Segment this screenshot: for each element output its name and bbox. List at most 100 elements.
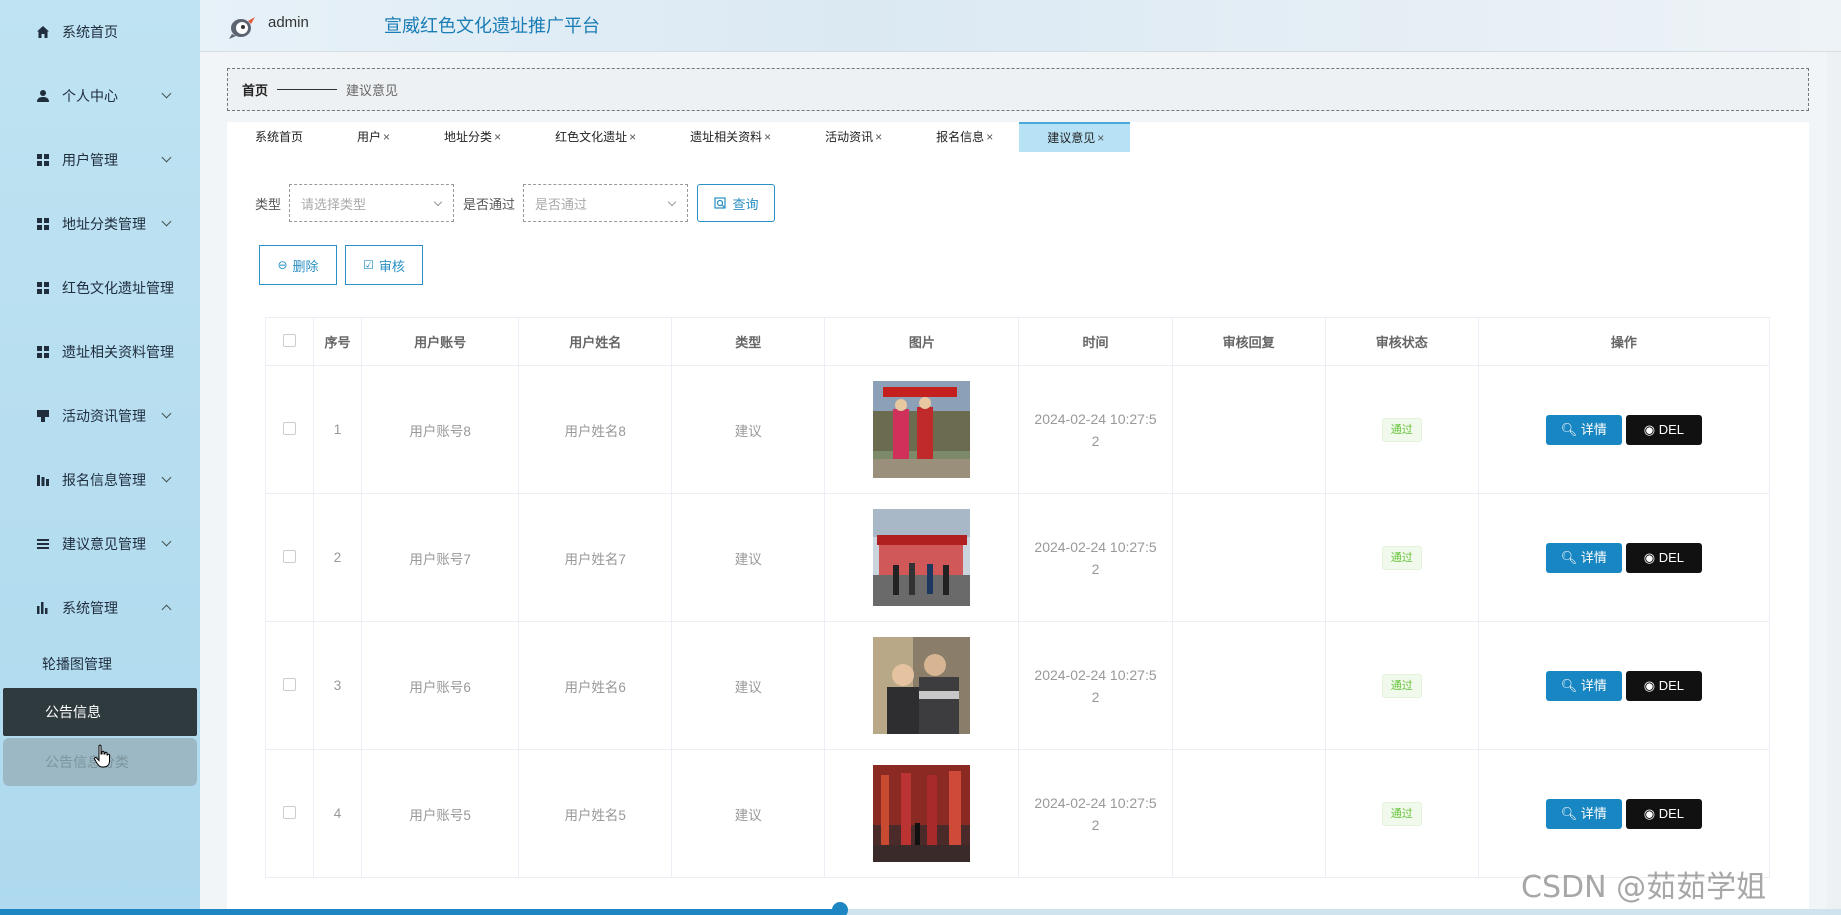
chart-icon xyxy=(36,601,50,615)
grid-icon xyxy=(36,153,50,167)
row-time-line: 2 xyxy=(1091,432,1100,449)
tab[interactable]: 系统首页 xyxy=(227,122,329,152)
row-time-line: 2 xyxy=(1091,816,1100,833)
row-status-cell: 通过 xyxy=(1324,365,1479,494)
row-status-cell: 通过 xyxy=(1324,621,1479,750)
audit-button[interactable]: ☑ 审核 xyxy=(345,245,423,285)
sidebar-item[interactable]: 建议意见管理 xyxy=(0,512,200,576)
row-time: 2024-02-24 10:27:5 2 xyxy=(1018,493,1173,622)
row-checkbox[interactable] xyxy=(283,549,297,563)
sidebar-item[interactable]: 系统首页 xyxy=(0,0,200,64)
tab[interactable]: 用户 × xyxy=(329,122,416,152)
del-button[interactable]: ◉ DEL xyxy=(1625,670,1702,701)
row-name: 用户姓名8 xyxy=(518,365,673,494)
detail-button-label: 详情 xyxy=(1580,421,1607,437)
row-checkbox[interactable] xyxy=(283,805,297,819)
tab[interactable]: 报名信息 × xyxy=(908,122,1019,152)
close-icon[interactable]: × xyxy=(986,130,993,144)
mouse-cursor-icon xyxy=(93,744,110,768)
tab[interactable]: 地址分类 × xyxy=(416,122,527,152)
close-icon[interactable]: × xyxy=(494,130,501,144)
sidebar-subitem[interactable]: 轮播图管理 xyxy=(0,640,200,688)
scroll-handle[interactable] xyxy=(832,902,848,915)
close-icon[interactable]: × xyxy=(875,130,882,144)
row-image[interactable] xyxy=(873,637,971,734)
select-all-checkbox[interactable] xyxy=(283,333,297,347)
row-image[interactable] xyxy=(873,381,971,478)
detail-button-label: 详情 xyxy=(1580,805,1607,821)
row-reply xyxy=(1171,621,1326,750)
close-icon[interactable]: × xyxy=(383,130,390,144)
detail-button[interactable]: 🔍︎ 详情 xyxy=(1545,542,1622,573)
vertical-scrollbar[interactable] xyxy=(1827,52,1841,915)
chevron-down-icon xyxy=(161,472,172,483)
sidebar-item[interactable]: 个人中心 xyxy=(0,64,200,128)
type-select[interactable]: 请选择类型 xyxy=(289,184,455,222)
del-button[interactable]: ◉ DEL xyxy=(1625,414,1702,445)
sidebar-item[interactable]: 系统管理 xyxy=(0,576,200,640)
sidebar-item[interactable]: 遗址相关资料管理 xyxy=(0,320,200,384)
sidebar-subitem[interactable]: 公告信息 xyxy=(3,688,197,736)
tab[interactable]: 建议意见 × xyxy=(1019,122,1131,152)
tab[interactable]: 红色文化遗址 × xyxy=(527,122,662,152)
tab-label: 报名信息 xyxy=(936,130,985,144)
close-icon[interactable]: × xyxy=(764,130,771,144)
del-button[interactable]: ◉ DEL xyxy=(1625,542,1702,573)
row-time-line: 2 xyxy=(1091,688,1100,705)
sidebar-item-label: 个人中心 xyxy=(62,88,118,104)
tab[interactable]: 活动资讯 × xyxy=(797,122,908,152)
table-row: 3 用户账号6 用户姓名6 建议 2024-02-24 10:27:5 2 通过 🔍︎ 详情 ◉… xyxy=(264,621,1771,750)
row-account: 用户账号7 xyxy=(361,493,520,622)
sidebar-item[interactable]: 地址分类管理 xyxy=(0,192,200,256)
stop-circle-icon: ◉ xyxy=(1643,805,1659,821)
row-image[interactable] xyxy=(873,765,971,862)
detail-button[interactable]: 🔍︎ 详情 xyxy=(1545,798,1622,829)
row-time-line: 2024-02-24 10:27:5 xyxy=(1034,666,1157,683)
avatar[interactable] xyxy=(228,12,256,40)
content-panel: 系统首页 用户 × 地址分类 × 红色文化遗址 × 遗址相关资料 × 活动资讯 × 报名信息 × 建议意见… xyxy=(227,122,1809,915)
row-checkbox[interactable] xyxy=(283,421,297,435)
row-time-line: 2 xyxy=(1091,560,1100,577)
del-button-label: DEL xyxy=(1658,805,1684,821)
row-index: 3 xyxy=(313,621,363,750)
close-icon[interactable]: × xyxy=(629,130,636,144)
breadcrumb-current: 建议意见 xyxy=(346,83,399,98)
status-badge: 通过 xyxy=(1381,673,1422,698)
row-status-cell: 通过 xyxy=(1324,493,1479,622)
horizontal-scroll-thumb[interactable] xyxy=(0,909,840,915)
query-button[interactable]: 查询 xyxy=(697,184,776,222)
detail-button[interactable]: 🔍︎ 详情 xyxy=(1545,670,1622,701)
row-index: 4 xyxy=(313,749,363,878)
sidebar-item-label: 系统管理 xyxy=(62,600,118,616)
select-all-cell xyxy=(264,317,315,366)
sidebar-item[interactable]: 用户管理 xyxy=(0,128,200,192)
sidebar-item[interactable]: 活动资讯管理 xyxy=(0,384,200,448)
row-index: 2 xyxy=(313,493,363,622)
delete-button-label: 删除 xyxy=(292,258,319,274)
close-icon[interactable]: × xyxy=(1097,131,1104,145)
suggestion-table: 序号 用户账号 用户姓名 类型 图片 时间 审核回复 审核状态 操作 1 用户账号… xyxy=(264,317,1771,878)
sidebar-item-label: 系统首页 xyxy=(62,24,118,40)
sidebar-subitem-label: 公告信息分类 xyxy=(45,754,129,770)
row-select-cell xyxy=(264,493,315,622)
row-account: 用户账号5 xyxy=(361,749,520,878)
check-square-icon: ☑ xyxy=(363,258,374,272)
row-type: 建议 xyxy=(671,365,826,494)
row-checkbox[interactable] xyxy=(283,677,297,691)
username[interactable]: admin xyxy=(268,14,309,31)
sidebar: 系统首页个人中心用户管理地址分类管理 红色文化遗址管理 遗址相关资料管理 活动资讯管理… xyxy=(0,0,200,915)
delete-button[interactable]: ⊖ 删除 xyxy=(259,245,337,285)
pass-select[interactable]: 是否通过 xyxy=(523,184,689,222)
row-name: 用户姓名6 xyxy=(518,621,673,750)
sidebar-item[interactable]: 报名信息管理 xyxy=(0,448,200,512)
del-button[interactable]: ◉ DEL xyxy=(1625,798,1702,829)
row-select-cell xyxy=(264,621,315,750)
row-time-line: 2024-02-24 10:27:5 xyxy=(1034,410,1157,427)
breadcrumb-home[interactable]: 首页 xyxy=(242,80,268,99)
row-image[interactable] xyxy=(873,509,971,606)
tab[interactable]: 遗址相关资料 × xyxy=(662,122,797,152)
sidebar-item[interactable]: 红色文化遗址管理 xyxy=(0,256,200,320)
user-icon xyxy=(36,89,50,103)
detail-button[interactable]: 🔍︎ 详情 xyxy=(1545,414,1622,445)
sidebar-item-label: 用户管理 xyxy=(62,152,118,168)
